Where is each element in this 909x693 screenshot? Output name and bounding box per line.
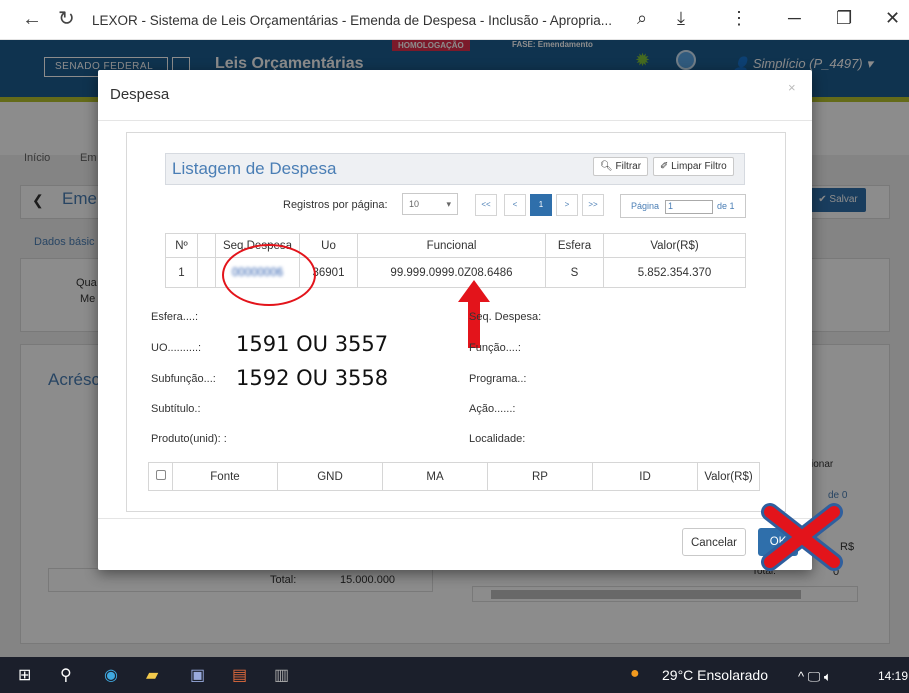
cancel-button[interactable]: Cancelar <box>682 528 746 556</box>
cell-n: 1 <box>165 257 198 288</box>
annotation-cross-icon <box>761 503 843 571</box>
annotation-uo: 1591 OU 3557 <box>236 332 389 356</box>
col-rp: RP <box>487 462 593 491</box>
detail-subtitulo: Subtítulo.: <box>151 403 201 415</box>
col-esfera: Esfera <box>545 233 604 258</box>
calculator-icon[interactable]: ▣ <box>190 665 205 685</box>
divider <box>98 120 812 121</box>
table-header-row: Fonte GND MA RP ID Valor(R$) <box>148 462 760 491</box>
detail-esfera: Esfera....: <box>151 311 199 323</box>
page-title: LEXOR - Sistema de Leis Orçamentárias - … <box>92 13 612 28</box>
back-arrow-icon[interactable]: ← <box>22 9 42 29</box>
close-window-icon[interactable]: ✕ <box>885 8 900 29</box>
detail-produto: Produto(unid): : <box>151 433 227 445</box>
download-icon[interactable]: ⤓ <box>677 8 685 29</box>
zoom-icon[interactable]: ⌕ <box>637 8 647 29</box>
page-input[interactable]: 1 <box>665 200 713 214</box>
fonte-table: Fonte GND MA RP ID Valor(R$) <box>148 462 760 491</box>
weather-icon: ● <box>630 665 640 682</box>
detail-uo: UO..........: <box>151 342 202 354</box>
eraser-icon: ✐ <box>660 161 669 172</box>
app-icon[interactable]: ▥ <box>274 665 289 685</box>
col-n: Nº <box>165 233 198 258</box>
cell-check <box>197 257 216 288</box>
reload-icon[interactable]: ↻ <box>58 9 75 29</box>
taskbar <box>0 657 909 693</box>
clear-filter-button[interactable]: ✐ Limpar Filtro <box>653 157 734 176</box>
col-check <box>197 233 216 258</box>
page-jump-label: Página <box>631 201 660 211</box>
despesa-modal: Despesa × Listagem de Despesa 🔍︎ Filtrar… <box>98 70 843 571</box>
clear-filter-label: Limpar Filtro <box>671 161 727 172</box>
detail-programa: Programa..: <box>469 373 527 385</box>
col-gnd: GND <box>277 462 383 491</box>
select-all-checkbox[interactable] <box>148 462 173 491</box>
cell-valor: 5.852.354.370 <box>603 257 746 288</box>
minimize-icon[interactable]: ─ <box>788 8 801 29</box>
annotation-circle <box>222 244 316 306</box>
windows-start-icon[interactable]: ⊞ <box>18 665 31 685</box>
search-icon: 🔍︎ <box>600 161 613 172</box>
search-icon[interactable]: ⚲ <box>60 665 72 685</box>
pager-last[interactable]: >> <box>582 194 604 216</box>
modal-title: Despesa <box>110 86 170 103</box>
col-fonte: Fonte <box>172 462 278 491</box>
col-ma: MA <box>382 462 488 491</box>
page-size-select[interactable]: 10 ▾ <box>402 193 458 215</box>
tray-icons[interactable]: ^ 🖵 🔈︎ <box>798 669 832 685</box>
clock: 14:19 <box>878 669 909 683</box>
col-valor: Valor(R$) <box>603 233 746 258</box>
col-id: ID <box>592 462 698 491</box>
restore-icon[interactable]: ❐ <box>836 8 852 29</box>
detail-acao: Ação......: <box>469 403 516 415</box>
detail-funcao: Função....: <box>469 342 521 354</box>
filter-label: Filtrar <box>615 161 642 172</box>
page-size-value: 10 <box>409 199 420 209</box>
col-uo: Uo <box>299 233 358 258</box>
pager-prev[interactable]: < <box>504 194 526 216</box>
chevron-down-icon: ▾ <box>446 199 451 209</box>
file-explorer-icon[interactable]: ▰ <box>146 665 158 685</box>
pager-first[interactable]: << <box>475 194 497 216</box>
edge-browser-icon[interactable]: ◉ <box>104 665 118 685</box>
detail-subfuncao: Subfunção...: <box>151 373 216 385</box>
browser-toolbar: ← ↻ LEXOR - Sistema de Leis Orçamentária… <box>0 0 909 40</box>
checkbox[interactable] <box>155 470 166 480</box>
cell-funcional: 99.999.0999.0Z08.6486 <box>357 257 546 288</box>
filter-button[interactable]: 🔍︎ Filtrar <box>593 157 649 176</box>
cell-esfera: S <box>545 257 604 288</box>
detail-localidade: Localidade: <box>469 433 526 445</box>
weather-text: 29°C Ensolarado <box>662 667 768 683</box>
pager-next[interactable]: > <box>556 194 578 216</box>
annotation-subfuncao: 1592 OU 3558 <box>236 366 389 390</box>
col-valor-fonte: Valor(R$) <box>697 462 760 491</box>
detail-seq: Seq. Despesa: <box>469 311 542 323</box>
page-size-label: Registros por página: <box>283 199 388 211</box>
close-icon[interactable]: × <box>788 80 796 95</box>
menu-kebab-icon[interactable]: ⋮ <box>730 8 748 29</box>
col-funcional: Funcional <box>357 233 546 258</box>
pager-current[interactable]: 1 <box>530 194 552 216</box>
powerpoint-icon[interactable]: ▤ <box>232 665 247 685</box>
divider <box>98 518 812 519</box>
list-title: Listagem de Despesa <box>172 159 337 178</box>
page-total: de 1 <box>717 201 735 211</box>
